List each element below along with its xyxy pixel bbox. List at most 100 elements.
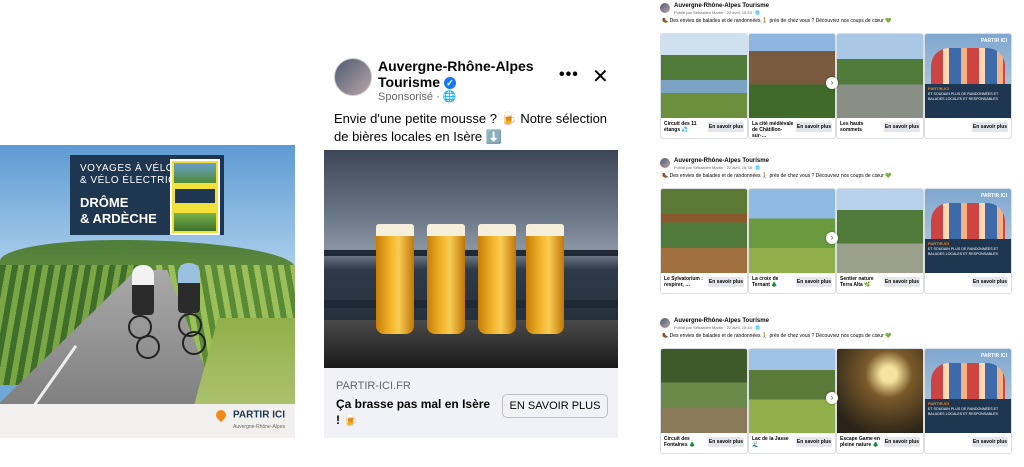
ad-headline: Ça brasse pas mal en Isère ! 🍺 [336, 397, 491, 427]
carousel-card-promo[interactable]: PARTIR ICI PARTIR-ICI ET SOUDAIN PLUS DE… [924, 33, 1012, 139]
learn-more-button[interactable]: En savoir plus [972, 122, 1008, 132]
page-name[interactable]: Auvergne-Rhône-Alpes Tourisme [674, 3, 769, 9]
carousel-card[interactable]: La cité médiévale de Châtillon-sur-… En … [748, 33, 836, 139]
promo-text: ET SOUDAIN PLUS DE RANDONNÉES ET BALADES… [928, 247, 999, 256]
carousel-post: Auvergne-Rhône-Alpes Tourisme Publié par… [660, 3, 1012, 148]
learn-more-button[interactable]: En savoir plus [796, 122, 832, 132]
card-title: Circuit des Fontaines 🌲 [664, 436, 696, 448]
card-title: Les hauts sommets [840, 121, 864, 133]
card-title: La croix de Ternant 🌲 [752, 276, 779, 288]
beer-glass [478, 224, 516, 334]
close-icon[interactable]: ✕ [592, 64, 609, 89]
post-meta: Publié par Sébastien Martin · 22 avril, … [674, 10, 761, 15]
learn-more-button[interactable]: En savoir plus [796, 437, 832, 447]
guidebook-image [174, 213, 216, 231]
promo-people [931, 48, 1005, 88]
page-name[interactable]: Auvergne-Rhône-Alpes Tourisme ✓ [378, 58, 538, 90]
card-title: Lac de la Jasse 🌊 [752, 436, 789, 448]
partir-ici-logo: PARTIR ICI Auvergne-Rhône-Alpes [213, 406, 285, 430]
page-avatar[interactable] [660, 318, 670, 328]
carousel-next-icon[interactable]: › [826, 77, 838, 89]
page-name[interactable]: Auvergne-Rhône-Alpes Tourisme [674, 158, 769, 164]
carousel-card[interactable]: Les hauts sommets En savoir plus [836, 33, 924, 139]
wooden-table [324, 320, 618, 368]
promo-tag: PARTIR-ICI [928, 86, 950, 91]
card-title: Sentier nature Terra Alta 🌿 [840, 276, 874, 288]
page-name-text[interactable]: Auvergne-Rhône-Alpes Tourisme [378, 58, 534, 90]
post-meta: Publié par Sébastien Martin · 22 avril, … [674, 165, 761, 170]
card-image [837, 34, 923, 118]
carousel-card[interactable]: La croix de Ternant 🌲 En savoir plus [748, 188, 836, 294]
carousel-card[interactable]: Lac de la Jasse 🌊 En savoir plus [748, 348, 836, 454]
carousel-next-icon[interactable]: › [826, 392, 838, 404]
beer-glass [427, 224, 465, 334]
card-title: Escape Game en pleine nature 🌲 [840, 436, 881, 448]
logo-text: PARTIR ICI [232, 409, 285, 421]
railing [324, 250, 618, 256]
carousel-card[interactable]: Escape Game en pleine nature 🌲 En savoir… [836, 348, 924, 454]
railing [324, 300, 618, 308]
sponsored-label: Sponsorisé · 🌐 [378, 91, 457, 103]
beer-glass [376, 224, 414, 334]
carousel-card[interactable]: Le Sylvatorium : respirer, … En savoir p… [660, 188, 748, 294]
promo-box: PARTIR-ICI ET SOUDAIN PLUS DE RANDONNÉES… [925, 84, 1011, 118]
card-image [749, 349, 835, 433]
promo-text: ET SOUDAIN PLUS DE RANDONNÉES ET BALADES… [928, 92, 999, 101]
learn-more-button[interactable]: En savoir plus [972, 437, 1008, 447]
post-text: 🥾 Des envies de balades et de randonnées… [662, 333, 892, 339]
card-image [661, 189, 747, 273]
bike-wheel [136, 335, 160, 359]
beer-glass [526, 224, 564, 334]
promo-box: PARTIR-ICI ET SOUDAIN PLUS DE RANDONNÉES… [925, 239, 1011, 273]
ad-image[interactable] [324, 150, 618, 368]
poster-title-box: VOYAGES À VÉLO & VÉLO ÉLECTRIQUE DRÔME &… [70, 155, 224, 235]
poster-region-line: & ARDÈCHE [80, 211, 157, 226]
carousel-card[interactable]: Circuit des Fontaines 🌲 En savoir plus [660, 348, 748, 454]
card-title: Le Sylvatorium : respirer, … [664, 276, 703, 288]
poster-title-line: VOYAGES À VÉLO [80, 163, 175, 174]
carousel-card[interactable]: Sentier nature Terra Alta 🌿 En savoir pl… [836, 188, 924, 294]
learn-more-button[interactable]: En savoir plus [708, 277, 744, 287]
cyclist-right [178, 263, 200, 313]
card-image [661, 34, 747, 118]
carousel-next-icon[interactable]: › [826, 232, 838, 244]
ad-domain: PARTIR-ICI.FR [336, 380, 411, 392]
card-image [837, 189, 923, 273]
card-title: Circuit des 11 étangs 💦 [664, 121, 697, 133]
learn-more-button[interactable]: En savoir plus [884, 122, 920, 132]
learn-more-button[interactable]: En savoir plus [708, 122, 744, 132]
page-avatar[interactable] [660, 3, 670, 13]
card-title: La cité médiévale de Châtillon-sur-… [752, 121, 794, 139]
post-text: 🥾 Des envies de balades et de randonnées… [662, 173, 892, 179]
ad-link-footer[interactable]: PARTIR-ICI.FR Ça brasse pas mal en Isère… [324, 368, 618, 438]
promo-tag: PARTIR-ICI [928, 401, 950, 406]
page-avatar[interactable] [660, 158, 670, 168]
map-pin-icon [213, 407, 228, 422]
more-options-icon[interactable]: ••• [559, 66, 579, 84]
carousel-card-promo[interactable]: PARTIR ICI PARTIR-ICI ET SOUDAIN PLUS DE… [924, 348, 1012, 454]
carousel-post: Auvergne-Rhône-Alpes Tourisme Publié par… [660, 158, 1012, 303]
logo-subtitle: Auvergne-Rhône-Alpes [233, 424, 285, 430]
carousel-card[interactable]: Circuit des 11 étangs 💦 En savoir plus [660, 33, 748, 139]
learn-more-button[interactable]: En savoir plus [796, 277, 832, 287]
partir-ici-logo: PARTIR ICI [980, 193, 1007, 199]
learn-more-button[interactable]: EN SAVOIR PLUS [502, 394, 608, 418]
ad-body-text: Envie d'une petite mousse ? 🍺 Notre séle… [334, 111, 608, 144]
promo-box: PARTIR-ICI ET SOUDAIN PLUS DE RANDONNÉES… [925, 399, 1011, 433]
promo-text: ET SOUDAIN PLUS DE RANDONNÉES ET BALADES… [928, 407, 999, 416]
learn-more-button[interactable]: En savoir plus [884, 437, 920, 447]
learn-more-button[interactable]: En savoir plus [972, 277, 1008, 287]
card-image [661, 349, 747, 433]
partir-ici-logo: PARTIR ICI [980, 38, 1007, 44]
card-image [749, 189, 835, 273]
guidebook-image [174, 163, 216, 183]
guidebook-cover [170, 159, 220, 235]
learn-more-button[interactable]: En savoir plus [708, 437, 744, 447]
carousel-card-promo[interactable]: PARTIR ICI PARTIR-ICI ET SOUDAIN PLUS DE… [924, 188, 1012, 294]
learn-more-button[interactable]: En savoir plus [884, 277, 920, 287]
promo-tag: PARTIR-ICI [928, 241, 950, 246]
page-name[interactable]: Auvergne-Rhône-Alpes Tourisme [674, 318, 769, 324]
guidebook-title [175, 189, 215, 203]
page-avatar[interactable] [334, 58, 372, 96]
bike-wheel [182, 331, 206, 355]
